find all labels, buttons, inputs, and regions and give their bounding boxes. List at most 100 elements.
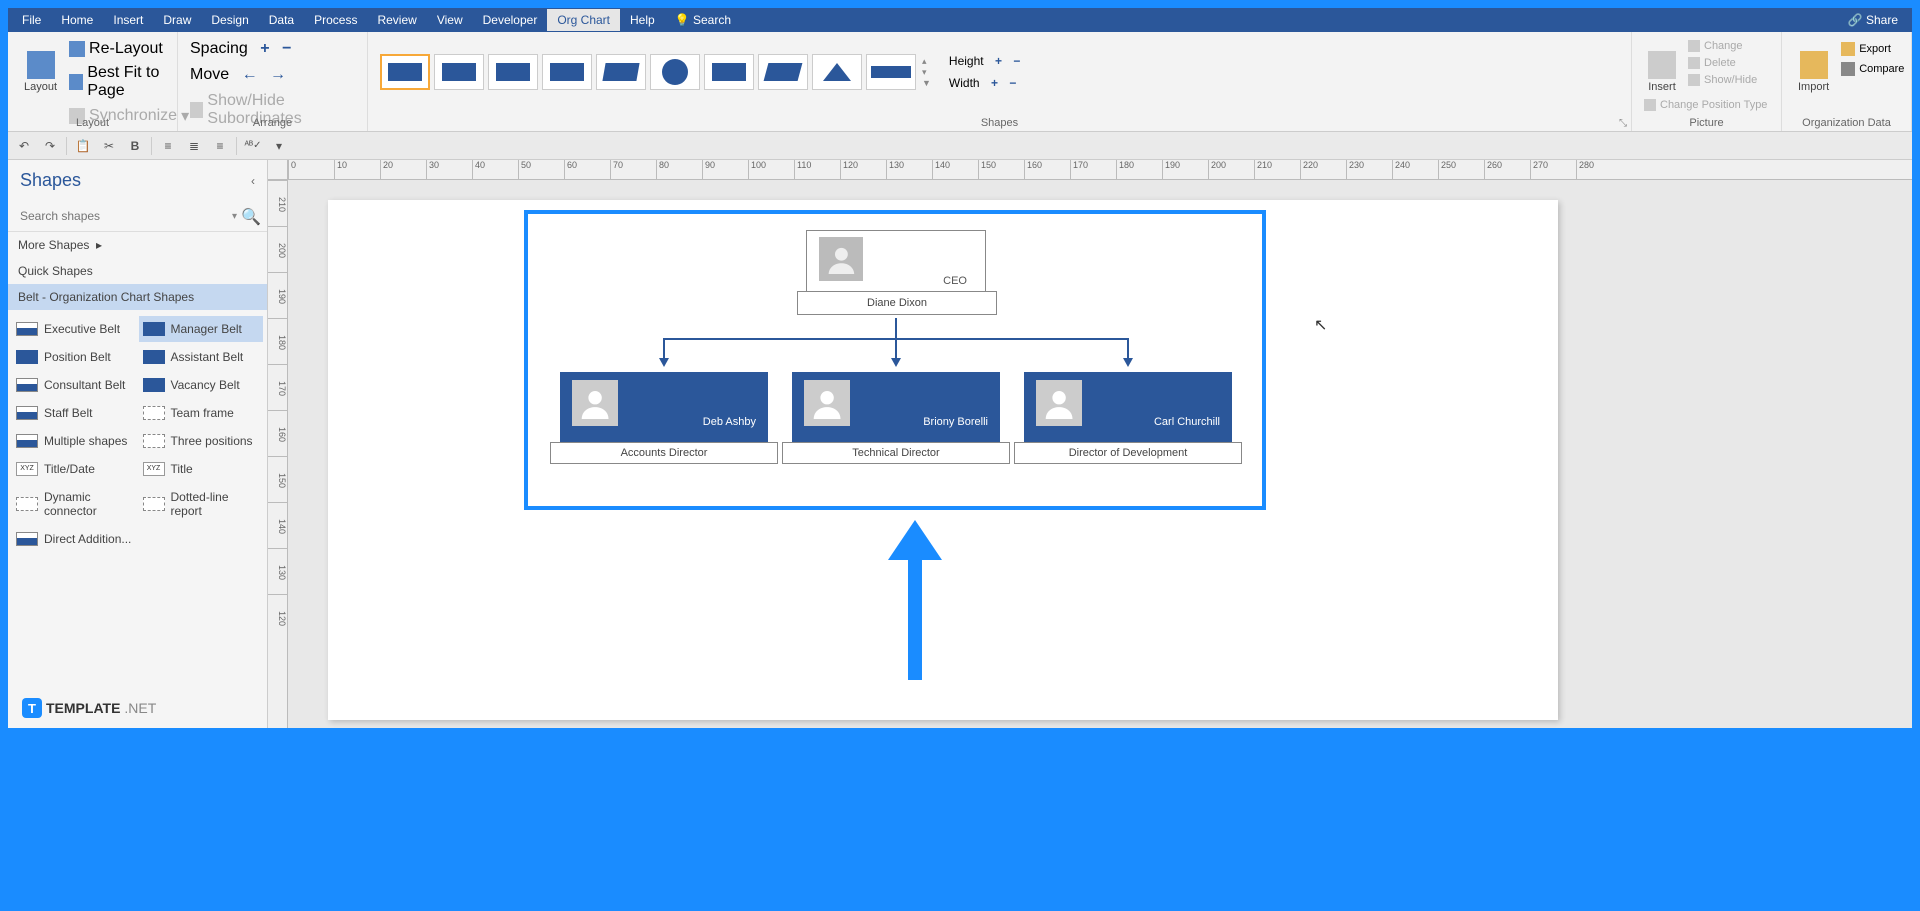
export-button[interactable]: Export <box>1837 40 1908 58</box>
shape-style-2[interactable] <box>434 54 484 90</box>
shape-style-8[interactable] <box>758 54 808 90</box>
org-node-manager-3[interactable]: Carl Churchill Director of Development <box>1024 372 1232 442</box>
spacing-button[interactable]: Spacing + − <box>186 38 359 60</box>
menu-file[interactable]: File <box>12 9 51 31</box>
menu-search[interactable]: 💡 Search <box>665 9 741 31</box>
shapes-panel: Shapes ‹ ▾ 🔍 More Shapes ▸ Quick Shapes … <box>8 160 268 728</box>
drawing-page[interactable]: CEO Diane Dixon Deb Ashby <box>328 200 1558 720</box>
ruler-tick: 130 <box>886 160 932 179</box>
shape-palette-item[interactable]: XYZTitle/Date <box>12 456 137 482</box>
org-node-ceo[interactable]: CEO Diane Dixon <box>806 230 986 292</box>
change-pic-icon <box>1688 40 1700 52</box>
person-icon <box>819 237 863 281</box>
shape-style-4[interactable] <box>542 54 592 90</box>
align-right-button[interactable]: ≡ <box>210 136 230 156</box>
shape-style-6[interactable] <box>650 54 700 90</box>
ruler-tick: 0 <box>288 160 334 179</box>
gallery-scroll-up[interactable]: ▴ <box>922 56 931 67</box>
cut-button[interactable]: ✂ <box>99 136 119 156</box>
menu-view[interactable]: View <box>427 9 473 31</box>
bold-button[interactable]: B <box>125 136 145 156</box>
org-node-manager-1[interactable]: Deb Ashby Accounts Director <box>560 372 768 442</box>
ruler-tick: 110 <box>794 160 840 179</box>
shape-palette-item[interactable]: Staff Belt <box>12 400 137 426</box>
menu-draw[interactable]: Draw <box>153 9 201 31</box>
shape-style-9[interactable] <box>812 54 862 90</box>
collapse-panel-button[interactable]: ‹ <box>251 174 255 188</box>
shape-palette-item[interactable]: Three positions <box>139 428 264 454</box>
search-icon[interactable]: 🔍 <box>241 207 259 225</box>
layout-button[interactable]: Layout <box>16 36 65 108</box>
share-button[interactable]: 🔗 Share <box>1838 9 1908 31</box>
arrow-icon <box>659 358 669 367</box>
menu-orgchart[interactable]: Org Chart <box>547 9 620 31</box>
undo-button[interactable]: ↶ <box>14 136 34 156</box>
export-icon <box>1841 42 1855 56</box>
compare-button[interactable]: Compare <box>1837 60 1908 78</box>
delete-pic-button[interactable]: Delete <box>1684 55 1761 71</box>
shape-style-7[interactable] <box>704 54 754 90</box>
change-pic-label: Change <box>1704 40 1743 52</box>
shape-palette-item[interactable]: Multiple shapes <box>12 428 137 454</box>
ruler-tick: 120 <box>268 594 287 640</box>
menu-help[interactable]: Help <box>620 9 665 31</box>
align-center-button[interactable]: ≣ <box>184 136 204 156</box>
ruler-tick: 140 <box>268 502 287 548</box>
shape-style-3[interactable] <box>488 54 538 90</box>
shape-style-10[interactable] <box>866 54 916 90</box>
redo-button[interactable]: ↷ <box>40 136 60 156</box>
gallery-more[interactable]: ▼ <box>922 78 931 88</box>
shape-palette-item[interactable]: Executive Belt <box>12 316 137 342</box>
toolbar-dropdown[interactable]: ▾ <box>269 136 289 156</box>
menu-design[interactable]: Design <box>201 9 258 31</box>
height-button[interactable]: Height + − <box>945 52 1024 70</box>
shape-palette-item[interactable]: Dynamic connector <box>12 484 137 524</box>
spellcheck-button[interactable]: ᴬᴮ✓ <box>243 136 263 156</box>
change-position-button[interactable]: Change Position Type <box>1640 97 1771 113</box>
menu-data[interactable]: Data <box>259 9 304 31</box>
shape-item-label: Direct Addition... <box>44 532 131 546</box>
shape-palette-item[interactable]: Dotted-line report <box>139 484 264 524</box>
shapes-dialog-launcher[interactable]: ⤡ <box>1619 118 1627 129</box>
shape-palette-item[interactable]: XYZTitle <box>139 456 264 482</box>
shape-palette-item[interactable]: Manager Belt <box>139 316 264 342</box>
menu-home[interactable]: Home <box>51 9 103 31</box>
shape-palette-item[interactable]: Direct Addition... <box>12 526 137 552</box>
stencil-belt-item[interactable]: Belt - Organization Chart Shapes <box>8 284 267 310</box>
showhide-pic-button[interactable]: Show/Hide <box>1684 72 1761 88</box>
menu-insert[interactable]: Insert <box>103 9 153 31</box>
shape-icon: XYZ <box>16 462 38 476</box>
import-button[interactable]: Import <box>1790 36 1837 108</box>
mouse-cursor-icon: ↖ <box>1314 315 1327 335</box>
shape-style-5[interactable] <box>596 54 646 90</box>
canvas[interactable]: 0102030405060708090100110120130140150160… <box>268 160 1912 728</box>
paste-button[interactable]: 📋 <box>73 136 93 156</box>
shape-palette-item[interactable]: Assistant Belt <box>139 344 264 370</box>
shape-palette-item[interactable]: Vacancy Belt <box>139 372 264 398</box>
move-button[interactable]: Move ← → <box>186 64 359 86</box>
menu-review[interactable]: Review <box>367 9 426 31</box>
bestfit-button[interactable]: Best Fit to Page <box>65 62 193 102</box>
align-left-button[interactable]: ≡ <box>158 136 178 156</box>
person-icon <box>804 380 850 426</box>
org-node-manager-2[interactable]: Briony Borelli Technical Director <box>792 372 1000 442</box>
menu-process[interactable]: Process <box>304 9 367 31</box>
shape-palette-item[interactable]: Consultant Belt <box>12 372 137 398</box>
more-shapes-item[interactable]: More Shapes ▸ <box>8 232 267 258</box>
shape-icon: XYZ <box>143 462 165 476</box>
ceo-title: CEO <box>943 275 967 287</box>
menu-developer[interactable]: Developer <box>473 9 548 31</box>
shape-style-gallery[interactable]: ▴ ▾ ▼ <box>376 50 937 94</box>
shape-palette-item[interactable]: Team frame <box>139 400 264 426</box>
shape-style-1[interactable] <box>380 54 430 90</box>
quick-shapes-item[interactable]: Quick Shapes <box>8 258 267 284</box>
shapes-search-input[interactable] <box>16 205 228 227</box>
search-dropdown-icon[interactable]: ▾ <box>228 211 241 222</box>
width-button[interactable]: Width + − <box>945 74 1024 92</box>
gallery-scroll-down[interactable]: ▾ <box>922 67 931 78</box>
relayout-button[interactable]: Re-Layout <box>65 38 193 60</box>
change-pic-button[interactable]: Change <box>1684 38 1761 54</box>
connector-line <box>895 318 897 338</box>
height-label: Height <box>949 54 984 68</box>
shape-palette-item[interactable]: Position Belt <box>12 344 137 370</box>
